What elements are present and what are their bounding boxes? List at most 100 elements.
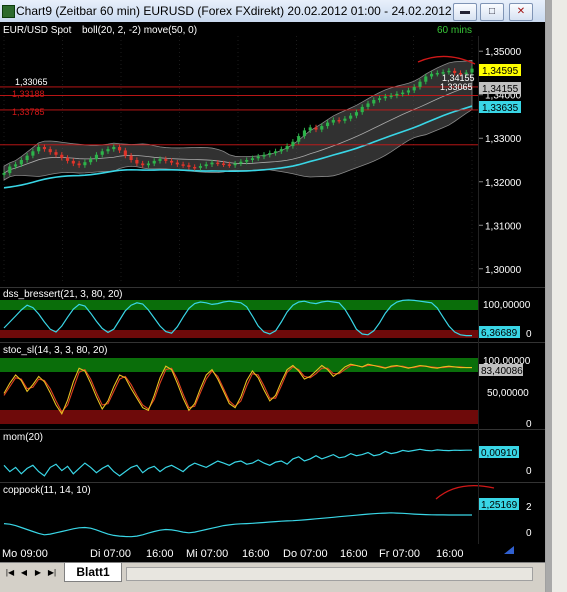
- dss-separator: [0, 287, 545, 288]
- x-axis-label: Mo 09:00: [2, 548, 48, 560]
- candle-body: [94, 154, 99, 160]
- price-y-tick-label: 1,32000: [485, 178, 522, 189]
- candle-body: [343, 118, 347, 121]
- candle-body: [146, 163, 151, 166]
- candle-body: [8, 166, 12, 174]
- candle-body: [239, 161, 243, 164]
- candle-body: [256, 156, 260, 159]
- candle-body: [227, 164, 231, 166]
- candle-body: [77, 163, 81, 166]
- dss-tick-0: 0: [526, 329, 532, 340]
- candle-body: [314, 127, 318, 130]
- dss-legend: dss_bressert(21, 3, 80, 20): [3, 289, 123, 300]
- candle-body: [406, 90, 411, 93]
- candle-body: [245, 160, 249, 162]
- close-button[interactable]: ✕: [509, 3, 533, 21]
- sheet-tab-blatt1[interactable]: Blatt1: [64, 563, 122, 582]
- dss-badge: 6,36689: [481, 328, 518, 339]
- candle-body: [233, 163, 237, 166]
- candle-body: [60, 154, 64, 158]
- price-last-badge: 1,34595: [482, 66, 519, 77]
- mom-badge: 0,00910: [481, 448, 518, 459]
- mom-legend: mom(20): [3, 432, 43, 443]
- candle-body: [366, 103, 370, 107]
- candle-body: [204, 164, 208, 167]
- minimize-button[interactable]: ▬: [453, 3, 477, 21]
- stoc-separator: [0, 342, 545, 343]
- candle-body: [123, 150, 127, 156]
- price-y-tick-label: 1,30000: [485, 265, 522, 276]
- price-y-tick-label: 1,33000: [485, 134, 522, 145]
- candle-body: [320, 126, 324, 130]
- candle-body: [360, 106, 364, 113]
- coppock-separator: [0, 482, 545, 483]
- candle-body: [129, 155, 133, 160]
- x-axis-label: 16:00: [340, 548, 368, 560]
- dss-oversold-zone: [0, 330, 478, 338]
- candle-body: [169, 160, 174, 163]
- candle-body: [100, 151, 104, 155]
- last-sheet-button[interactable]: ▶|: [46, 566, 58, 579]
- stoc-tick-50: 50,00000: [487, 388, 529, 399]
- candle-body: [193, 166, 197, 169]
- candle-body: [210, 162, 214, 165]
- first-sheet-button[interactable]: |◀: [4, 566, 16, 579]
- stoc-legend: stoc_sl(14, 3, 3, 80, 20): [3, 345, 108, 356]
- mom-tick-0: 0: [526, 466, 532, 477]
- stoc-oversold-zone: [0, 410, 478, 424]
- candle-body: [279, 149, 283, 152]
- candle-body: [395, 93, 399, 96]
- candle-body: [19, 160, 23, 165]
- candle-body: [429, 73, 434, 77]
- status-bar: [0, 582, 545, 592]
- candle-body: [89, 159, 93, 163]
- dss-overbought-zone: [0, 300, 478, 310]
- right-edge-strip: [545, 0, 567, 592]
- candle-body: [377, 98, 382, 100]
- candle-body: [48, 149, 52, 153]
- x-axis-label: Di 07:00: [90, 548, 131, 560]
- candle-body: [37, 146, 41, 152]
- chart-window: Chart9 (Zeitbar 60 min) EURUSD (Forex FX…: [0, 0, 545, 592]
- candle-body: [135, 160, 139, 164]
- candle-body: [158, 159, 162, 161]
- candle-body: [13, 164, 18, 167]
- candle-body: [331, 119, 335, 123]
- candle-body: [262, 154, 266, 157]
- candle-body: [54, 152, 58, 155]
- candle-body: [117, 146, 122, 151]
- chart-canvas[interactable]: EUR/USD Spot boll(20, 2, -2) move(50, 0)…: [0, 22, 545, 562]
- candle-body: [221, 163, 226, 165]
- stoc-badge: 83,40086: [481, 366, 523, 377]
- coppock-legend: coppock(11, 14, 10): [3, 485, 91, 496]
- price-legend-bar: [0, 22, 478, 36]
- candle-body: [325, 122, 330, 127]
- candle-body: [308, 127, 312, 131]
- candle-body: [198, 166, 203, 168]
- candle-body: [412, 86, 416, 91]
- vertical-scrollbar[interactable]: [546, 0, 552, 592]
- title-bar[interactable]: Chart9 (Zeitbar 60 min) EURUSD (Forex FX…: [0, 0, 545, 23]
- coppock-tick-2: 2: [526, 502, 532, 513]
- next-sheet-button[interactable]: ▶: [32, 566, 44, 579]
- x-axis-label: Do 07:00: [283, 548, 328, 560]
- x-axis-label: 16:00: [436, 548, 464, 560]
- horizontal-scrollbar[interactable]: [126, 567, 533, 581]
- prev-sheet-button[interactable]: ◀: [18, 566, 30, 579]
- candle-body: [285, 146, 289, 150]
- candle-body: [337, 119, 341, 122]
- candle-body: [164, 159, 168, 161]
- price-y-tick-label: 1,31000: [485, 221, 522, 232]
- price-inline-label-1: 1,33065: [15, 77, 48, 87]
- dss-tick-100: 100,00000: [483, 300, 531, 311]
- x-axis-label: 16:00: [146, 548, 174, 560]
- maximize-button[interactable]: □: [480, 3, 504, 21]
- candle-body: [42, 146, 47, 150]
- chart-area[interactable]: EUR/USD Spot boll(20, 2, -2) move(50, 0)…: [0, 22, 545, 562]
- coppock-badge: 1,25169: [481, 500, 518, 511]
- timeframe-label: 60 mins: [437, 25, 472, 36]
- candle-body: [187, 165, 191, 167]
- price-band-badge: 1,34155: [482, 84, 519, 95]
- price-legend-symbol: EUR/USD Spot: [3, 25, 72, 36]
- stoc-overbought-zone: [0, 358, 478, 372]
